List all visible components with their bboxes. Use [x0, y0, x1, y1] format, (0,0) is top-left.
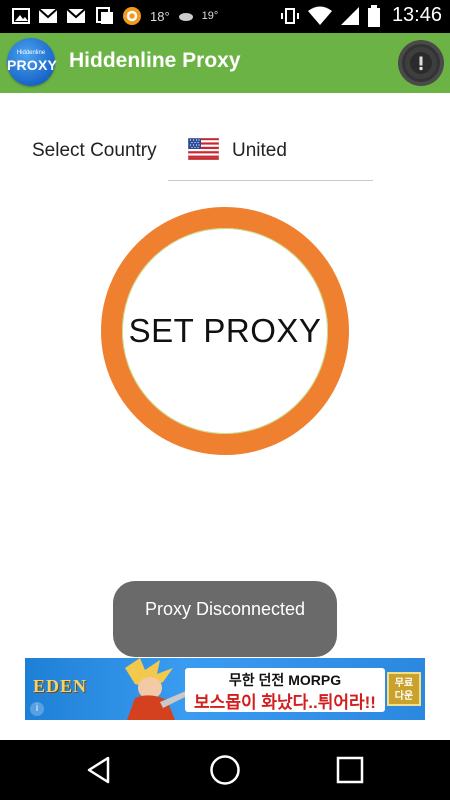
alert-button[interactable]	[398, 40, 444, 86]
battery-icon	[367, 4, 380, 27]
ad-banner[interactable]: EDEN 무한 던전 MORPG 보스몹이 화났다..튀어라!! 무료 다운 i	[25, 658, 425, 720]
ad-info-icon[interactable]: i	[30, 702, 44, 716]
toast-message: Proxy Disconnected	[113, 581, 337, 657]
app-icon	[122, 6, 142, 26]
navigation-bar	[0, 740, 450, 800]
selected-country: United	[232, 140, 287, 161]
recents-button[interactable]	[333, 754, 367, 786]
clock: 13:46	[391, 4, 442, 26]
back-button[interactable]	[82, 754, 116, 786]
temperature-1: 18°	[150, 8, 170, 24]
recents-icon	[336, 756, 364, 784]
us-flag-icon	[187, 137, 220, 161]
gmail-icon	[38, 8, 58, 24]
logo-small-text: Hiddenline	[16, 50, 46, 56]
gmail-icon	[66, 8, 86, 24]
ad-text-box: 무한 던전 MORPG 보스몹이 화났다..튀어라!!	[185, 668, 385, 712]
sync-icon	[94, 7, 114, 25]
select-country-label: Select Country	[32, 140, 157, 161]
ad-headline: 무한 던전 MORPG	[228, 672, 342, 688]
ring-inner-border	[122, 228, 328, 434]
app-bar: Hiddenline PROXY Hiddenline Proxy	[0, 33, 450, 93]
country-dropdown[interactable]: United	[168, 130, 373, 181]
status-bar: 18° 19° 13:46	[0, 0, 450, 33]
ad-subline: 보스몹이 화났다..튀어라!!	[194, 693, 376, 712]
toast-text: Proxy Disconnected	[144, 599, 306, 619]
app-title: Hiddenline Proxy	[69, 49, 241, 72]
app-logo: Hiddenline PROXY	[7, 38, 58, 86]
system-icons: 13:46	[280, 4, 442, 27]
ad-character-image	[105, 658, 195, 720]
set-proxy-button[interactable]: SET PROXY	[101, 207, 349, 455]
vibrate-icon	[280, 6, 300, 26]
logo-big-text: PROXY	[7, 57, 58, 73]
signal-icon	[340, 6, 360, 26]
image-icon	[12, 8, 30, 24]
wifi-icon	[307, 6, 332, 26]
weather-icon	[178, 10, 194, 22]
home-button[interactable]	[208, 754, 242, 786]
notification-icons: 18° 19°	[12, 6, 218, 26]
back-icon	[87, 756, 110, 784]
ad-logo: EDEN	[33, 676, 88, 696]
temperature-2: 19°	[201, 10, 219, 22]
ad-download-button[interactable]: 무료 다운	[387, 672, 421, 706]
alert-icon	[402, 44, 440, 82]
home-icon	[210, 755, 240, 785]
